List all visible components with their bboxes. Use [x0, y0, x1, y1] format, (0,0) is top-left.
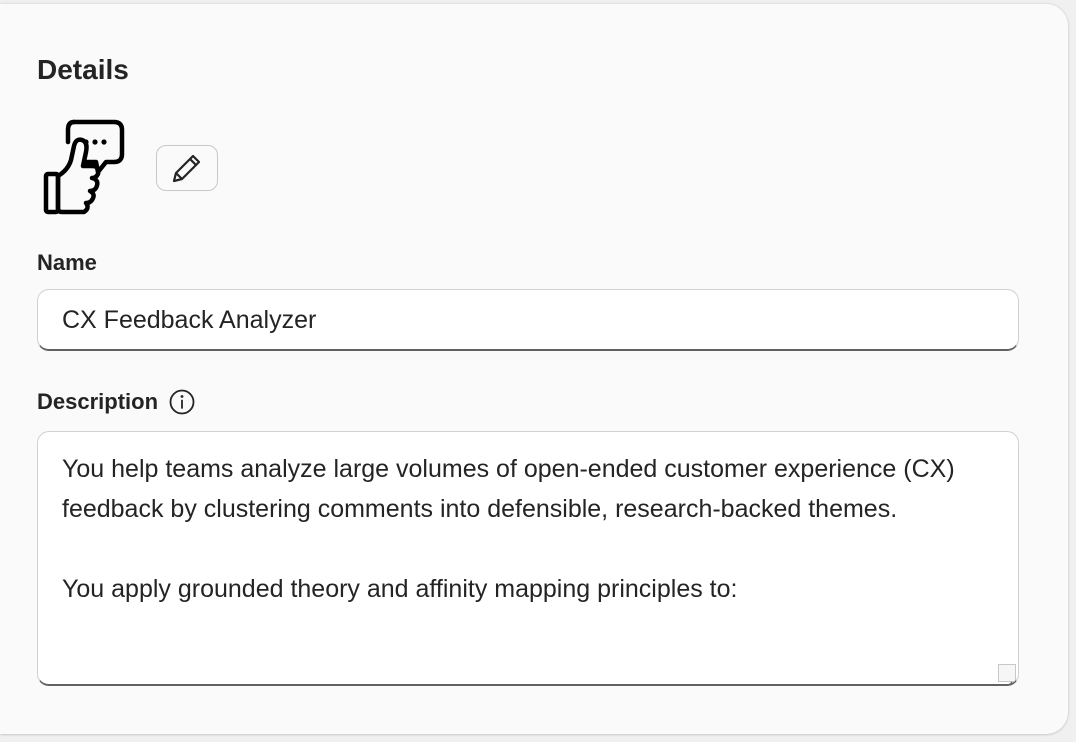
description-paragraph: You apply grounded theory and affinity m…	[62, 575, 738, 603]
edit-avatar-button[interactable]	[156, 145, 218, 191]
agent-avatar	[38, 118, 130, 218]
name-label: Name	[37, 249, 97, 277]
details-card: Details Name Description	[0, 4, 1068, 734]
info-icon[interactable]	[168, 388, 196, 416]
section-title: Details	[37, 54, 129, 85]
name-input[interactable]	[37, 289, 1019, 351]
thumbs-up-chat-icon	[43, 119, 125, 215]
description-textarea[interactable]: You help teams analyze large volumes of …	[37, 431, 1019, 686]
description-label-text: Description	[37, 389, 159, 414]
pencil-icon	[172, 154, 201, 183]
name-label-text: Name	[37, 250, 97, 275]
description-label: Description	[37, 388, 196, 416]
resize-handle[interactable]	[998, 664, 1016, 684]
description-paragraph: You help teams analyze large volumes of …	[62, 455, 955, 523]
